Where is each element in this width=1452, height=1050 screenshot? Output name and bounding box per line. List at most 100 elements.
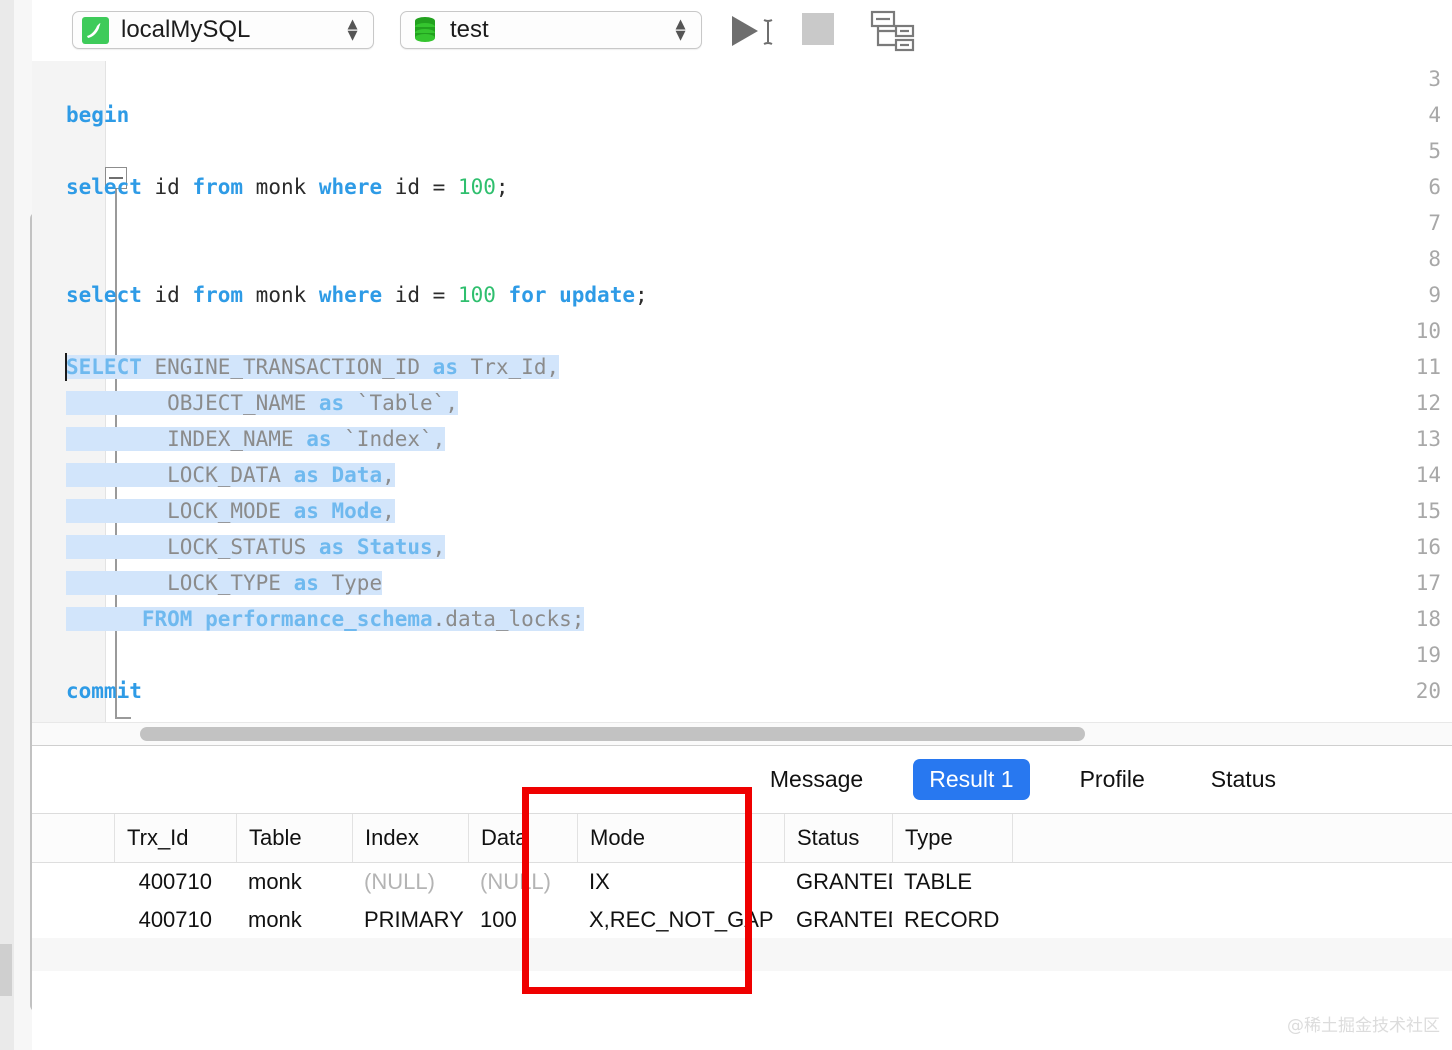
grid-header-spacer[interactable] [1012, 814, 1452, 862]
code-token: where [318, 283, 395, 307]
connection-selector[interactable]: localMySQL ▲ ▼ [72, 11, 374, 49]
line-number: 10 [1415, 319, 1441, 343]
editor-line[interactable]: 4 begin [32, 97, 1452, 133]
grid-cell-spacer[interactable] [1012, 863, 1452, 901]
editor-line[interactable]: 3 [32, 61, 1452, 97]
editor-line[interactable]: 10 [32, 313, 1452, 349]
editor-line[interactable]: 16 LOCK_STATUS as Status, [32, 529, 1452, 565]
grid-cell[interactable]: RECORD [892, 901, 1012, 939]
code-token: monk [255, 175, 319, 199]
grid-cell[interactable]: TABLE [892, 863, 1012, 901]
line-number: 6 [1428, 175, 1441, 199]
code-token: INDEX_NAME [66, 427, 307, 451]
editor-horizontal-scrollbar[interactable] [32, 722, 1452, 746]
grid-cell[interactable]: (NULL) [468, 863, 577, 901]
grid-cell[interactable]: IX [577, 863, 784, 901]
line-number: 7 [1428, 211, 1441, 235]
code-token: FROM performance_schema [66, 607, 433, 631]
results-tabbar[interactable]: Message Result 1 Profile Status [32, 746, 1452, 814]
code-token: where [318, 175, 395, 199]
grid-cell[interactable]: monk [236, 863, 352, 901]
tab-profile[interactable]: Profile [1064, 759, 1161, 800]
editor-line[interactable]: 17 LOCK_TYPE as Type [32, 565, 1452, 601]
grid-cell-spacer[interactable] [1012, 901, 1452, 939]
grid-cell[interactable] [114, 863, 236, 901]
editor-line[interactable]: 8 [32, 241, 1452, 277]
grid-cell[interactable]: (NULL) [352, 863, 468, 901]
tab-status[interactable]: Status [1195, 759, 1292, 800]
line-code[interactable]: LOCK_DATA as Data, [66, 457, 395, 493]
editor-line[interactable]: 13 INDEX_NAME as `Index`, [32, 421, 1452, 457]
database-selector[interactable]: test ▲ ▼ [400, 11, 702, 49]
editor-lines[interactable]: 3 4 begin 5 6 select id from monk where id = … [32, 61, 1452, 709]
grid-header-cell[interactable]: Data [468, 814, 577, 862]
grid-header-cell[interactable]: Index [352, 814, 468, 862]
code-token: ; [495, 175, 509, 199]
grid-cell[interactable]: 100 [468, 901, 577, 939]
line-code[interactable]: OBJECT_NAME as `Table`, [66, 385, 458, 421]
code-token: SELECT [66, 355, 155, 379]
editor-line[interactable]: 7 [32, 205, 1452, 241]
line-code[interactable]: SELECT ENGINE_TRANSACTION_ID as Trx_Id, [66, 349, 560, 385]
editor-line[interactable]: 18 FROM performance_schema.data_locks; [32, 601, 1452, 637]
line-code[interactable]: LOCK_TYPE as Type [66, 565, 383, 601]
grid-body[interactable]: 400710monk(NULL)(NULL)IXGRANTEDTABLE4007… [32, 863, 1452, 939]
grid-cell[interactable]: X,REC_NOT_GAP [577, 901, 784, 939]
grid-cell[interactable] [114, 901, 236, 939]
database-name: test [450, 16, 489, 43]
line-code[interactable]: INDEX_NAME as `Index`, [66, 421, 446, 457]
grid-row[interactable]: 400710monkPRIMARY100X,REC_NOT_GAPGRANTED… [32, 901, 1452, 939]
editor-line[interactable]: 19 [32, 637, 1452, 673]
explain-plan-button[interactable] [862, 8, 918, 54]
page-scrollbar-track[interactable] [14, 0, 44, 1050]
grid-header-cell[interactable]: Table [236, 814, 352, 862]
grid-header-cell[interactable]: Status [784, 814, 892, 862]
line-code[interactable]: commit [66, 673, 142, 709]
code-token: Mode [331, 499, 383, 523]
grid-header-cell[interactable]: Mode [577, 814, 784, 862]
line-code[interactable]: FROM performance_schema.data_locks; [66, 601, 585, 637]
grid-header-cell[interactable]: Type [892, 814, 1012, 862]
secondary-scrollbar-thumb[interactable] [0, 944, 12, 996]
grid-header-spacer[interactable] [32, 814, 114, 862]
editor-line[interactable]: 5 [32, 133, 1452, 169]
code-token: select [66, 175, 155, 199]
line-number: 16 [1415, 535, 1441, 559]
tab-message[interactable]: Message [754, 759, 879, 800]
tab-result-1[interactable]: Result 1 [913, 759, 1030, 800]
line-code[interactable]: select id from monk where id = 100 for u… [66, 277, 648, 313]
grid-cell[interactable]: monk [236, 901, 352, 939]
editor-line[interactable]: 15 LOCK_MODE as Mode, [32, 493, 1452, 529]
database-stepper-icon[interactable]: ▲ ▼ [672, 16, 689, 43]
run-button[interactable] [722, 8, 792, 52]
line-number: 17 [1415, 571, 1441, 595]
results-panel: Message Result 1 Profile Status Trx_Id Table… [32, 745, 1452, 1050]
editor-line[interactable]: 20 commit [32, 673, 1452, 709]
line-code[interactable]: LOCK_STATUS as Status, [66, 529, 446, 565]
editor-line[interactable]: 14 LOCK_DATA as Data, [32, 457, 1452, 493]
grid-row[interactable]: 400710monk(NULL)(NULL)IXGRANTEDTABLE [32, 863, 1452, 901]
line-code[interactable]: begin [66, 97, 129, 133]
result-grid[interactable]: Trx_Id Table Index Data Mode Status Type 40071… [32, 814, 1452, 1050]
grid-cell[interactable]: GRANTED [784, 863, 892, 901]
code-token: LOCK_TYPE [66, 571, 294, 595]
line-code[interactable]: LOCK_MODE as Mode, [66, 493, 395, 529]
editor-horizontal-scrollbar-thumb[interactable] [140, 727, 1085, 741]
editor-line[interactable]: 9 select id from monk where id = 100 for … [32, 277, 1452, 313]
editor-line[interactable]: 12 OBJECT_NAME as `Table`, [32, 385, 1452, 421]
code-token: Trx_Id, [470, 355, 560, 379]
line-code[interactable]: select id from monk where id = 100; [66, 169, 509, 205]
grid-zebra-stripe [32, 938, 1452, 971]
code-token: Status [356, 535, 433, 559]
grid-header-cell[interactable]: Trx_Id [114, 814, 236, 862]
grid-cell[interactable]: GRANTED [784, 901, 892, 939]
code-token: commit [66, 679, 142, 703]
editor-line[interactable]: 11 SELECT ENGINE_TRANSACTION_ID as Trx_Id… [32, 349, 1452, 385]
editor-line[interactable]: 6 select id from monk where id = 100; [32, 169, 1452, 205]
connection-stepper-icon[interactable]: ▲ ▼ [344, 16, 361, 43]
line-number: 13 [1415, 427, 1441, 451]
code-token: for update [508, 283, 635, 307]
stop-button[interactable] [802, 13, 834, 45]
grid-cell[interactable]: PRIMARY [352, 901, 468, 939]
sql-editor[interactable]: 3 4 begin 5 6 select id from monk where id = … [32, 61, 1452, 745]
